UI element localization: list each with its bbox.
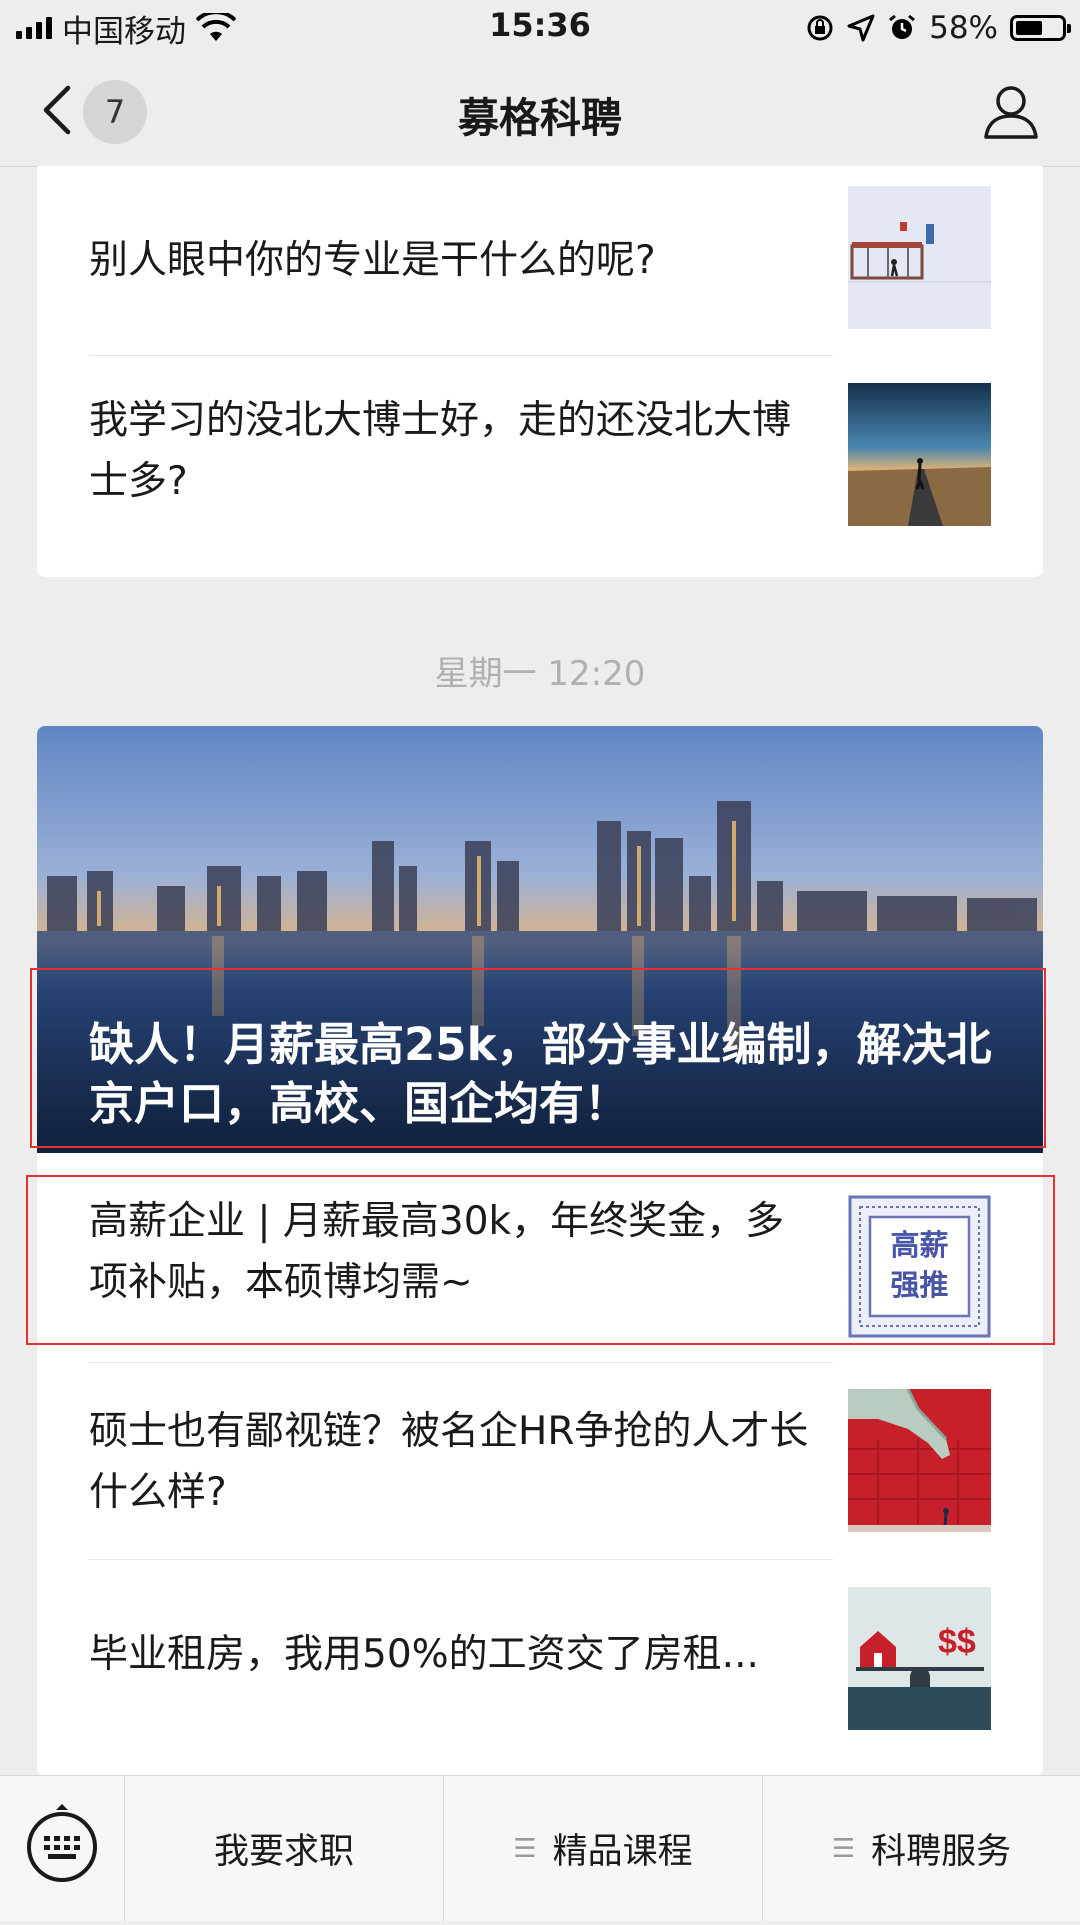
menu-item-services[interactable]: ☰ 科聘服务: [763, 1776, 1080, 1921]
location-arrow-icon: [847, 14, 875, 42]
page-title: 募格科聘: [458, 94, 622, 142]
status-bar: 中国移动 15:36 58%: [0, 0, 1080, 56]
battery-icon: [1010, 15, 1071, 41]
bottom-menu-bar: 我要求职 ☰ 精品课程 ☰ 科聘服务: [0, 1775, 1080, 1921]
article-item[interactable]: 我学习的没北大博士好，走的还没北大博士多?: [37, 356, 1043, 556]
battery-percent: 58%: [929, 10, 998, 46]
menu-item-job-seeking[interactable]: 我要求职: [125, 1776, 443, 1921]
article-thumbnail: [848, 383, 991, 526]
orientation-lock-icon: [807, 15, 833, 41]
highlight-box: [30, 968, 1046, 1148]
submenu-icon: ☰: [513, 1833, 537, 1864]
menu-item-label: 精品课程: [552, 1832, 693, 1872]
article-thumbnail: [848, 1389, 991, 1532]
user-profile-icon[interactable]: [982, 82, 1040, 140]
article-title: 毕业租房，我用50%的工资交了房租...: [89, 1632, 759, 1677]
menu-item-label: 科聘服务: [871, 1832, 1012, 1872]
article-item[interactable]: 硕士也有鄙视链？被名企HR争抢的人才长什么样?: [37, 1363, 1043, 1559]
message-timestamp: 星期一 12:20: [434, 654, 646, 694]
dollar-sign-text: $$: [938, 1623, 976, 1661]
article-title: 硕士也有鄙视链？被名企HR争抢的人才长什么样?: [89, 1409, 809, 1515]
article-title: 别人眼中你的专业是干什么的呢?: [89, 238, 656, 283]
nav-bar: 7 募格科聘: [0, 56, 1080, 167]
article-title: 我学习的没北大博士好，走的还没北大博士多?: [89, 398, 792, 504]
keyboard-toggle[interactable]: [0, 1776, 125, 1921]
menu-item-label: 我要求职: [213, 1832, 354, 1872]
keyboard-icon: [27, 1804, 97, 1882]
article-thumbnail: $$: [848, 1587, 991, 1730]
alarm-icon: [889, 14, 916, 39]
article-item[interactable]: 别人眼中你的专业是干什么的呢?: [37, 166, 1043, 356]
submenu-icon: ☰: [831, 1833, 856, 1864]
article-group-card: 别人眼中你的专业是干什么的呢? 我学习的没北大博士好，走的还没北大博士多?: [37, 166, 1043, 577]
article-thumbnail: [848, 186, 991, 329]
menu-item-courses[interactable]: ☰ 精品课程: [444, 1776, 762, 1921]
status-bar-right: 58%: [805, 8, 1071, 48]
highlight-box: [26, 1175, 1055, 1345]
article-item[interactable]: 毕业租房，我用50%的工资交了房租... $$: [37, 1560, 1043, 1756]
